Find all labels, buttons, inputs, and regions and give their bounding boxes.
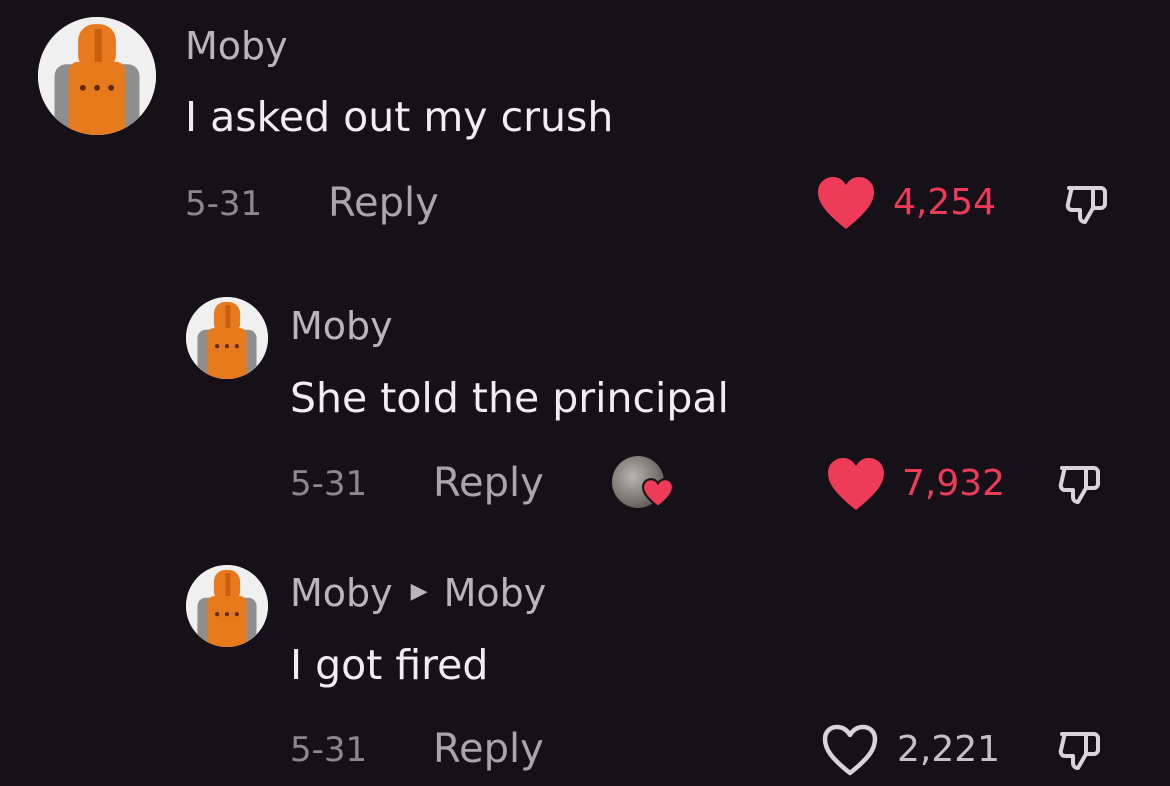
avatar[interactable] bbox=[186, 565, 268, 647]
comment-date: 5-31 bbox=[290, 464, 368, 504]
comment-username[interactable]: Moby bbox=[290, 307, 393, 345]
heart-outline-icon[interactable] bbox=[820, 722, 880, 778]
reply-button[interactable]: Reply bbox=[433, 729, 544, 769]
comment-text: I asked out my crush bbox=[185, 93, 614, 141]
like-count: 7,932 bbox=[902, 463, 1006, 504]
reply-button[interactable]: Reply bbox=[328, 183, 439, 223]
comment-text: I got fired bbox=[290, 641, 489, 689]
comment-username-line: Moby ▶ Moby bbox=[290, 574, 546, 612]
reply-to-username[interactable]: Moby bbox=[444, 571, 547, 615]
comment-date: 5-31 bbox=[185, 184, 263, 224]
comment-date: 5-31 bbox=[290, 730, 368, 770]
heart-filled-icon bbox=[641, 478, 675, 509]
avatar[interactable] bbox=[38, 17, 156, 135]
comment-text: She told the principal bbox=[290, 374, 729, 422]
heart-filled-icon[interactable] bbox=[816, 175, 876, 231]
comment-username[interactable]: Moby bbox=[185, 27, 288, 65]
heart-filled-icon[interactable] bbox=[826, 456, 886, 512]
comment-username[interactable]: Moby bbox=[290, 571, 393, 615]
thumbs-down-icon[interactable] bbox=[1056, 726, 1102, 772]
like-count: 4,254 bbox=[893, 182, 997, 223]
avatar[interactable] bbox=[186, 297, 268, 379]
creator-liked-badge bbox=[612, 456, 676, 512]
comment-thread: Moby I asked out my crush 5-31 Reply 4,2… bbox=[0, 0, 1170, 786]
thumbs-down-icon[interactable] bbox=[1056, 460, 1102, 506]
thumbs-down-icon[interactable] bbox=[1063, 180, 1109, 226]
like-count: 2,221 bbox=[897, 729, 1001, 770]
reply-button[interactable]: Reply bbox=[433, 463, 544, 503]
reply-arrow-icon: ▶ bbox=[410, 578, 428, 604]
